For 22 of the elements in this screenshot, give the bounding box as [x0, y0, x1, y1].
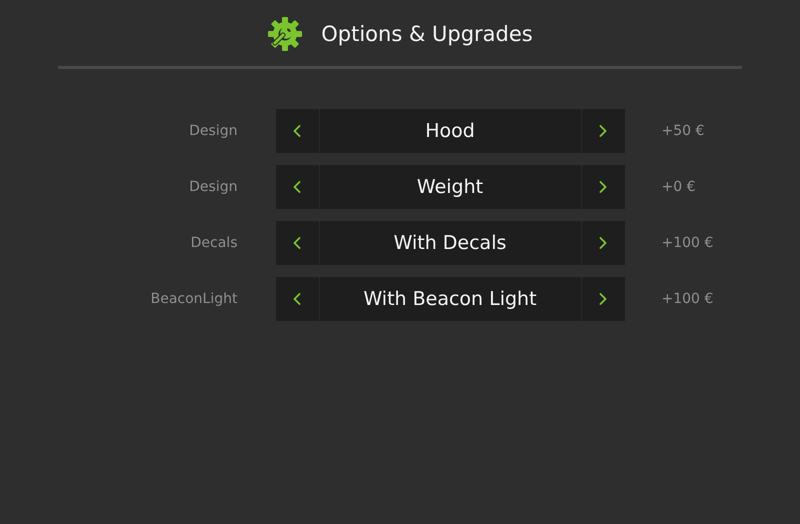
previous-button[interactable] — [276, 109, 318, 153]
previous-button[interactable] — [276, 277, 318, 321]
gear-wrench-icon — [267, 16, 304, 52]
option-label: Decals — [190, 235, 238, 251]
option-price: +100 € — [662, 291, 714, 307]
option-label: Design — [189, 179, 238, 195]
option-value: Hood — [320, 109, 580, 153]
option-price: +0 € — [662, 179, 696, 195]
next-button[interactable] — [582, 109, 624, 153]
previous-button[interactable] — [276, 221, 318, 265]
page-title: Options & Upgrades — [321, 22, 533, 46]
option-value: With Decals — [320, 221, 580, 265]
next-button[interactable] — [582, 277, 624, 321]
option-label: Design — [189, 123, 238, 139]
next-button[interactable] — [582, 221, 624, 265]
option-label: BeaconLight — [150, 291, 238, 307]
previous-button[interactable] — [276, 165, 318, 209]
option-value: With Beacon Light — [320, 277, 580, 321]
next-button[interactable] — [582, 165, 624, 209]
option-value: Weight — [320, 165, 580, 209]
option-price: +50 € — [662, 123, 706, 139]
option-price: +100 € — [662, 235, 714, 251]
